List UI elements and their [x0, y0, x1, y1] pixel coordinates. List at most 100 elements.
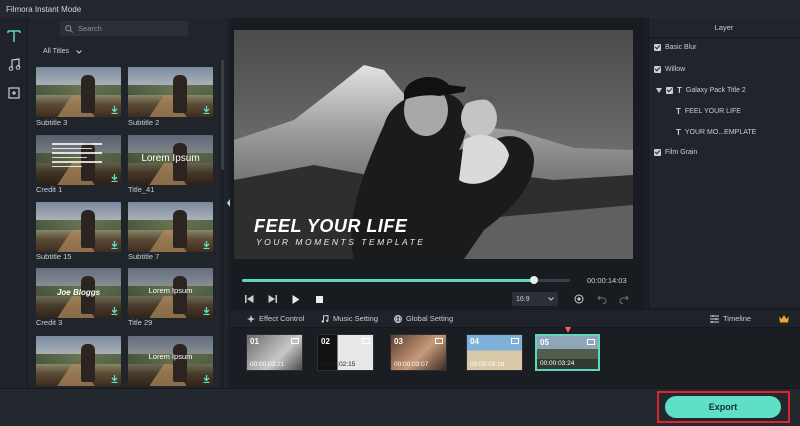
- search-input[interactable]: Search: [78, 24, 102, 33]
- thumbnail-overlay-text: Lorem Ipsum: [148, 352, 193, 361]
- layer-label: Willow: [665, 66, 686, 73]
- search-icon: [65, 24, 73, 33]
- clip-duration: 00:00:03:24: [540, 360, 575, 367]
- effect-icon: [247, 314, 255, 323]
- layer-item[interactable]: T YOUR MO...EMPLATE: [676, 128, 756, 137]
- download-icon[interactable]: [203, 241, 210, 249]
- progress-fill: [242, 279, 534, 282]
- library-scrollbar-thumb[interactable]: [221, 60, 224, 170]
- tab-timeline[interactable]: Timeline: [710, 312, 751, 325]
- clip-thumbnail[interactable]: 01 00:00:03:21: [246, 334, 303, 371]
- tab-label: Effect Control: [259, 314, 305, 323]
- clip-duration: 00:00:03:21: [250, 361, 285, 368]
- title-thumbnail-subtitle-3[interactable]: [36, 67, 121, 117]
- download-icon[interactable]: [111, 241, 118, 249]
- text-layer-icon: T: [676, 107, 681, 116]
- clip-number: 05: [540, 338, 549, 347]
- download-icon[interactable]: [203, 375, 210, 383]
- download-icon[interactable]: [111, 106, 118, 114]
- thumbnail-overlay-text: Lorem Ipsum: [148, 286, 193, 295]
- layer-item[interactable]: Basic Blur: [654, 44, 697, 51]
- undo-icon[interactable]: [595, 293, 609, 305]
- credit-lines: [52, 143, 102, 170]
- download-icon[interactable]: [111, 307, 118, 315]
- crown-icon[interactable]: [779, 312, 789, 325]
- image-icon: [511, 338, 519, 344]
- app-title: Filmora Instant Mode: [6, 4, 82, 14]
- title-thumbnail-subtitle-15[interactable]: [36, 202, 121, 252]
- tab-label: Music Setting: [333, 314, 379, 323]
- title-bar: Filmora Instant Mode: [0, 0, 800, 18]
- aspect-ratio-value: 16:9: [516, 295, 530, 303]
- stop-icon[interactable]: [312, 293, 326, 305]
- clip-thumbnail[interactable]: 03 00:00:03:07: [390, 334, 447, 371]
- layer-item[interactable]: T FEEL YOUR LIFE: [676, 107, 741, 116]
- download-icon[interactable]: [203, 307, 210, 315]
- title-thumbnail-subtitle-2[interactable]: [128, 67, 213, 117]
- tab-music-setting[interactable]: Music Setting: [321, 312, 378, 325]
- thumbnail-caption: Credit 1: [36, 185, 63, 194]
- layer-panel: [648, 18, 800, 308]
- download-icon[interactable]: [111, 375, 118, 383]
- title-thumbnail[interactable]: Lorem Ipsum: [128, 336, 213, 386]
- elements-tool-icon[interactable]: [4, 83, 24, 103]
- image-icon: [291, 338, 299, 344]
- preview-canvas[interactable]: FEEL YOUR LIFE YOUR MOMENTS TEMPLATE: [234, 30, 633, 259]
- timecode: 00:00:14:03: [587, 276, 627, 285]
- tab-effect-control[interactable]: Effect Control: [247, 312, 304, 325]
- checkbox-icon[interactable]: [654, 44, 661, 51]
- music-tool-icon[interactable]: [4, 54, 24, 74]
- layer-panel-header: Layer: [648, 18, 800, 38]
- image-icon: [435, 338, 443, 344]
- clip-number: 04: [470, 337, 479, 346]
- title-thumbnail[interactable]: [36, 336, 121, 386]
- clip-duration: 00:00:03:07: [394, 361, 429, 368]
- thumbnail-caption: Title 29: [128, 318, 153, 327]
- timeline-icon: [710, 314, 719, 323]
- clip-thumbnail[interactable]: 04 00:00:03:18: [466, 334, 523, 371]
- clip-number: 03: [394, 337, 403, 346]
- clip-number: 02: [321, 337, 330, 346]
- aspect-ratio-select[interactable]: 16:9: [512, 292, 558, 306]
- play-icon[interactable]: [289, 293, 303, 305]
- titles-tool-icon[interactable]: [4, 26, 24, 46]
- checkbox-icon[interactable]: [666, 87, 673, 94]
- download-icon[interactable]: [203, 106, 210, 114]
- next-frame-icon[interactable]: [265, 293, 279, 305]
- preview-title-text[interactable]: FEEL YOUR LIFE: [254, 216, 407, 237]
- expand-arrow-icon[interactable]: [656, 88, 662, 93]
- title-thumbnail-subtitle-7[interactable]: [128, 202, 213, 252]
- chevron-down-icon: [548, 297, 554, 301]
- clip-duration: 00:00:02:15: [321, 361, 356, 368]
- layer-item[interactable]: Film Grain: [654, 149, 697, 156]
- redo-icon[interactable]: [617, 293, 631, 305]
- snapshot-icon[interactable]: [572, 293, 586, 305]
- tab-global-setting[interactable]: Global Setting: [394, 312, 453, 325]
- title-thumbnail-title-29[interactable]: Lorem Ipsum: [128, 268, 213, 318]
- thumbnail-overlay-text: Lorem Ipsum: [141, 153, 200, 164]
- search-box[interactable]: Search: [60, 21, 188, 36]
- layer-label: Galaxy Pack Title 2: [685, 87, 746, 94]
- thumbnail-caption: Subtitle 3: [36, 118, 68, 127]
- thumbnail-caption: Subtitle 15: [36, 252, 72, 261]
- layer-group[interactable]: T Galaxy Pack Title 2: [656, 86, 746, 95]
- filter-dropdown[interactable]: All Titles: [43, 48, 82, 55]
- export-button[interactable]: Export: [665, 396, 781, 418]
- globe-icon: [394, 314, 402, 323]
- previous-frame-icon[interactable]: [242, 293, 256, 305]
- checkbox-icon[interactable]: [654, 66, 661, 73]
- preview-subtitle-text[interactable]: YOUR MOMENTS TEMPLATE: [256, 237, 425, 247]
- title-thumbnail-title-41[interactable]: Lorem Ipsum: [128, 135, 213, 185]
- layer-item[interactable]: Willow: [654, 66, 685, 73]
- playback-progress[interactable]: [242, 276, 570, 284]
- checkbox-icon[interactable]: [654, 149, 661, 156]
- tab-label: Timeline: [723, 314, 752, 323]
- progress-knob[interactable]: [529, 276, 538, 284]
- music-icon: [321, 314, 329, 323]
- clip-thumbnail-selected[interactable]: 05 00:00:03:24: [535, 334, 600, 371]
- clip-thumbnail[interactable]: 02 00:00:02:15: [317, 334, 374, 371]
- download-icon[interactable]: [111, 174, 118, 182]
- title-thumbnail-credit-1[interactable]: [36, 135, 121, 185]
- layer-label: Film Grain: [665, 149, 698, 156]
- title-thumbnail-credit-3[interactable]: Joe Bloggs: [36, 268, 121, 318]
